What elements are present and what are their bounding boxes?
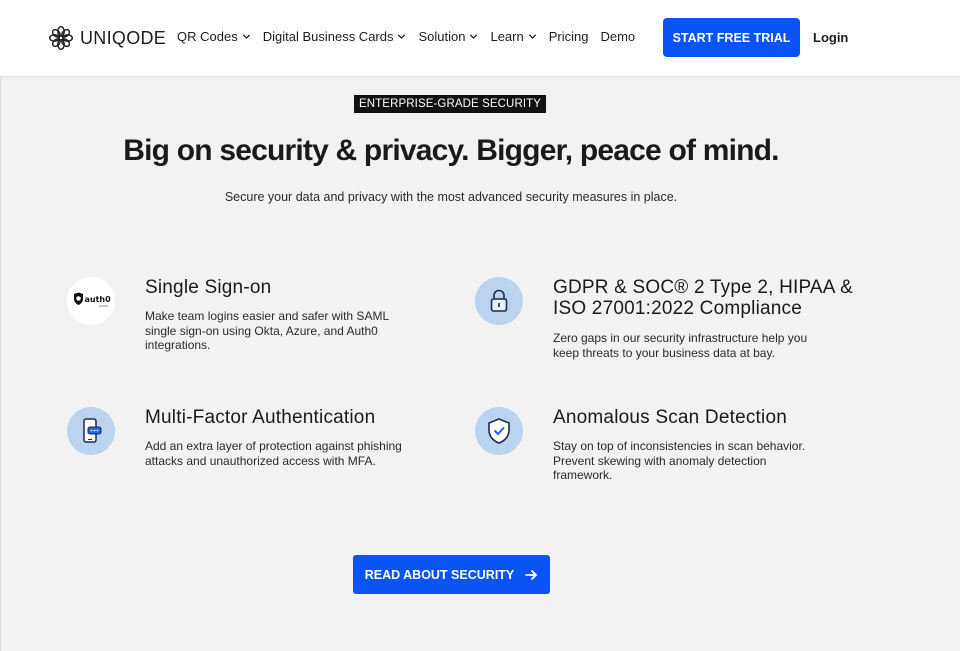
nav-item-digital-business-cards[interactable]: Digital Business Cards xyxy=(263,29,407,44)
nav-label: Digital Business Cards xyxy=(262,29,394,44)
desc-line: Prevent skewing with anomaly detection xyxy=(553,453,767,468)
start-free-trial-button[interactable]: START FREE TRIAL xyxy=(663,18,800,57)
desc-line: Make team logins easier and safer with S… xyxy=(145,309,390,323)
page-subheadline: Secure your data and privacy with the mo… xyxy=(224,190,678,204)
desc-line: Zero gaps in our security infrastructure… xyxy=(553,331,808,345)
desc-line: Stay on top of inconsistencies in scan b… xyxy=(553,439,806,453)
uniqode-logo[interactable]: UNIQODE xyxy=(48,24,166,52)
feature-title: Anomalous Scan Detection xyxy=(553,407,787,428)
section-badge: ENTERPRISE-GRADE SECURITY xyxy=(354,95,547,113)
auth0-logo-text: auth0 xyxy=(85,295,112,304)
feature-description: Zero gaps in our security infrastructure… xyxy=(553,331,807,360)
feature-description: Stay on top of inconsistencies in scan b… xyxy=(553,439,805,483)
feature-anomalous-scan-detection: Anomalous Scan Detection Stay on top of … xyxy=(475,407,895,487)
title-line: GDPR & SOC® 2 Type 2, HIPAA & xyxy=(553,277,853,298)
nav-item-pricing[interactable]: Pricing xyxy=(549,29,589,44)
nav-item-learn[interactable]: Learn xyxy=(490,29,536,44)
nav-item-solution[interactable]: Solution xyxy=(418,29,478,44)
main-nav: QR Codes Digital Business Cards Solution… xyxy=(177,29,647,44)
nav-label: Pricing xyxy=(548,29,589,44)
button-label: READ ABOUT SECURITY xyxy=(364,567,515,582)
shield-check-icon xyxy=(475,407,523,455)
chevron-down-icon xyxy=(528,34,536,39)
desc-line: Add an extra layer of protection against… xyxy=(145,439,402,453)
title-line: ISO 27001:2022 Compliance xyxy=(553,298,802,319)
feature-title: Single Sign-on xyxy=(145,277,272,298)
lock-icon xyxy=(475,277,523,325)
desc-line: integrations. xyxy=(145,338,211,352)
feature-compliance: GDPR & SOC® 2 Type 2, HIPAA & ISO 27001:… xyxy=(475,277,895,367)
nav-label: Solution xyxy=(418,29,466,44)
nav-label: Learn xyxy=(490,29,524,44)
site-header: UNIQODE QR Codes Digital Business Cards … xyxy=(0,0,960,77)
nav-label: QR Codes xyxy=(177,29,238,44)
nav-label: Demo xyxy=(600,29,636,44)
read-about-security-button[interactable]: READ ABOUT SECURITY xyxy=(353,555,550,594)
chevron-down-icon xyxy=(242,34,250,39)
chevron-down-icon xyxy=(398,34,406,39)
page-headline: Big on security & privacy. Bigger, peace… xyxy=(123,134,779,167)
login-link[interactable]: Login xyxy=(813,30,848,45)
feature-description: Add an extra layer of protection against… xyxy=(145,439,402,468)
feature-multi-factor-authentication: Multi-Factor Authentication Add an extra… xyxy=(67,407,447,477)
logo-text: UNIQODE xyxy=(80,27,167,48)
logo-mark-icon xyxy=(48,25,74,51)
feature-single-sign-on: auth0 Single Sign-on Make team logins ea… xyxy=(67,277,447,357)
phone-chat-icon xyxy=(67,407,115,455)
auth0-badge-icon: auth0 xyxy=(74,292,112,307)
feature-title: Multi-Factor Authentication xyxy=(145,407,376,428)
chevron-down-icon xyxy=(470,34,478,39)
arrow-right-icon xyxy=(525,569,538,580)
feature-title: GDPR & SOC® 2 Type 2, HIPAA & ISO 27001:… xyxy=(553,277,853,319)
nav-item-demo[interactable]: Demo xyxy=(600,29,635,44)
desc-line: framework. xyxy=(553,468,613,482)
auth0-logo-icon: auth0 xyxy=(67,277,115,325)
feature-description: Make team logins easier and safer with S… xyxy=(145,309,389,353)
desc-line: keep threats to your business data at ba… xyxy=(553,345,775,360)
nav-item-qr-codes[interactable]: QR Codes xyxy=(177,29,251,44)
desc-line: attacks and unauthorized access with MFA… xyxy=(145,453,376,468)
desc-line: single sign-on using Okta, Azure, and Au… xyxy=(145,323,378,338)
